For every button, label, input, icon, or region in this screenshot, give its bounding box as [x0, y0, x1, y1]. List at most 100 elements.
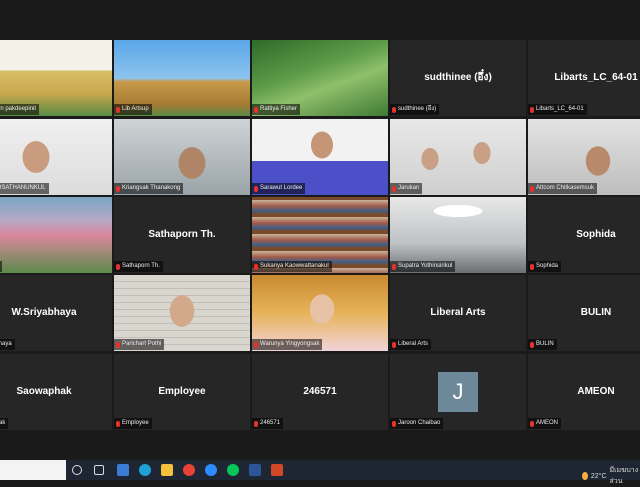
chrome-icon[interactable]	[183, 464, 195, 476]
participant-display-name: Liberal Arts	[390, 307, 526, 318]
participant-name-text: BULIN	[536, 339, 554, 350]
participant-tile[interactable]: EmployeeEmployee	[114, 354, 250, 430]
participant-name-label: 246571	[252, 418, 283, 429]
participant-tile[interactable]: 246571246571	[252, 354, 388, 430]
participant-tile[interactable]: Libarts_LC_64-01 Libarts_LC_64-01	[528, 40, 640, 116]
participant-tile[interactable]: W.Sriyabhaya ...yabhaya	[0, 275, 112, 351]
participant-display-name: sudthinee (อึ๋ง)	[390, 70, 526, 85]
weather-widget[interactable]: 22°C มีเมฆบางส่วน	[582, 465, 640, 487]
participant-name-label: sudthinee (อึ๋ง)	[390, 104, 439, 115]
participant-display-name: Employee	[114, 386, 250, 397]
participant-name-label: ...ssorn pakdeepinit	[0, 104, 39, 115]
mic-muted-icon	[530, 421, 534, 427]
mic-muted-icon	[392, 342, 396, 348]
participant-name-label: Kriangsak Thanakong	[114, 183, 183, 194]
participant-name-label: AMEON	[528, 418, 561, 429]
partly-cloudy-icon	[582, 472, 588, 480]
participant-tile[interactable]: Warunya Yingyongsak	[252, 275, 388, 351]
mic-muted-icon	[116, 186, 120, 192]
participant-name-text: AMEON	[536, 418, 558, 429]
participant-tile[interactable]: Rattiya Fisher	[252, 40, 388, 116]
mic-muted-icon	[392, 264, 396, 270]
participant-name-label: Liberal Arts	[390, 339, 431, 350]
weather-description: มีเมฆบางส่วน	[610, 465, 640, 487]
meeting-top-bar	[0, 0, 640, 38]
mic-muted-icon	[530, 107, 534, 113]
participant-tile[interactable]: Sathaporn Th. Sathaporn Th.	[114, 197, 250, 273]
windows-taskbar: 22°C มีเมฆบางส่วน	[0, 460, 640, 480]
file-explorer-icon[interactable]	[161, 464, 173, 476]
participant-display-name: Sathaporn Th.	[114, 229, 250, 240]
participant-tile[interactable]: ...IN OSATHANUNKUL	[0, 119, 112, 195]
zoom-meetings-icon[interactable]	[117, 464, 129, 476]
participant-tile[interactable]: Sophida Sophida	[528, 197, 640, 273]
participant-display-name: Sophida	[528, 229, 640, 240]
participant-name-text: Parichart Pothi	[122, 339, 161, 350]
mic-muted-icon	[392, 421, 396, 427]
mic-muted-icon	[530, 186, 534, 192]
participant-tile[interactable]: Supatra Yothinsirikul	[390, 197, 526, 273]
participant-name-text: Rattiya Fisher	[260, 104, 297, 115]
mic-muted-icon	[116, 264, 120, 270]
weather-temperature: 22°C	[591, 473, 607, 480]
participant-name-text: Sarawut Lordee	[260, 183, 302, 194]
participant-name-label: Sophida	[528, 261, 561, 272]
participant-tile[interactable]: Liberal Arts Liberal Arts	[390, 275, 526, 351]
participant-name-label: ...yabhaya	[0, 339, 15, 350]
mic-muted-icon	[116, 107, 120, 113]
participant-name-label: Rattiya Fisher	[252, 104, 300, 115]
edge-browser-icon[interactable]	[139, 464, 151, 476]
participant-name-text: ...yabhaya	[0, 339, 12, 350]
participant-name-text: Sukanya Kaowwattanakul	[260, 261, 329, 272]
participant-name-label: Jarukan	[390, 183, 422, 194]
word-icon[interactable]	[249, 464, 261, 476]
participant-tile[interactable]: Saowaphak ...aphak	[0, 354, 112, 430]
participant-name-text: Liberal Arts	[398, 339, 428, 350]
participant-avatar: J	[438, 372, 478, 412]
participant-name-label: Parichart Pothi	[114, 339, 164, 350]
participant-name-label: ...IN OSATHANUNKUL	[0, 183, 49, 194]
participant-name-label: ...aphak	[0, 418, 8, 429]
participant-tile[interactable]: Sarawut Lordee	[252, 119, 388, 195]
participant-name-text: Jaroon Chaibao	[398, 418, 440, 429]
participant-tile[interactable]: Lib Artsup	[114, 40, 250, 116]
task-view-icon[interactable]	[94, 465, 104, 475]
participant-tile[interactable]: J Jaroon Chaibao	[390, 354, 526, 430]
powerpoint-icon[interactable]	[271, 464, 283, 476]
participant-tile[interactable]: Kriangsak Thanakong	[114, 119, 250, 195]
participant-name-label: Supatra Yothinsirikul	[390, 261, 455, 272]
mic-muted-icon	[392, 107, 396, 113]
participant-name-text: Libarts_LC_64-01	[536, 104, 584, 115]
mic-muted-icon	[254, 342, 258, 348]
participant-tile[interactable]: AMEONAMEON	[528, 354, 640, 430]
participant-name-text: Jarukan	[398, 183, 419, 194]
mic-muted-icon	[254, 107, 258, 113]
participant-name-label: ...a P.	[0, 261, 2, 272]
participant-tile[interactable]: Attcom Chitkasemsuk	[528, 119, 640, 195]
participant-tile[interactable]: Parichart Pothi	[114, 275, 250, 351]
participant-tile[interactable]: ...a P.	[0, 197, 112, 273]
line-app-icon[interactable]	[227, 464, 239, 476]
participant-display-name: Saowaphak	[0, 386, 112, 397]
zoom-app-icon[interactable]	[205, 464, 217, 476]
participant-tile[interactable]: Sukanya Kaowwattanakul	[252, 197, 388, 273]
participant-name-text: 246571	[260, 418, 280, 429]
participant-name-text: Lib Artsup	[122, 104, 149, 115]
mic-muted-icon	[116, 421, 120, 427]
participant-display-name: W.Sriyabhaya	[0, 307, 112, 318]
participant-name-label: Warunya Yingyongsak	[252, 339, 322, 350]
participant-tile[interactable]: Jarukan	[390, 119, 526, 195]
participant-name-label: Attcom Chitkasemsuk	[528, 183, 597, 194]
cortana-icon[interactable]	[72, 465, 82, 475]
participant-tile[interactable]: BULINBULIN	[528, 275, 640, 351]
mic-muted-icon	[392, 186, 396, 192]
participant-display-name: Libarts_LC_64-01	[528, 72, 640, 83]
mic-muted-icon	[254, 421, 258, 427]
mic-muted-icon	[116, 342, 120, 348]
participant-name-label: Sathaporn Th.	[114, 261, 163, 272]
mic-muted-icon	[530, 342, 534, 348]
participant-tile[interactable]: sudthinee (อึ๋ง) sudthinee (อึ๋ง)	[390, 40, 526, 116]
taskbar-search-box[interactable]	[0, 460, 66, 480]
participant-name-text: ...ssorn pakdeepinit	[0, 104, 36, 115]
participant-tile[interactable]: ...ssorn pakdeepinit	[0, 40, 112, 116]
